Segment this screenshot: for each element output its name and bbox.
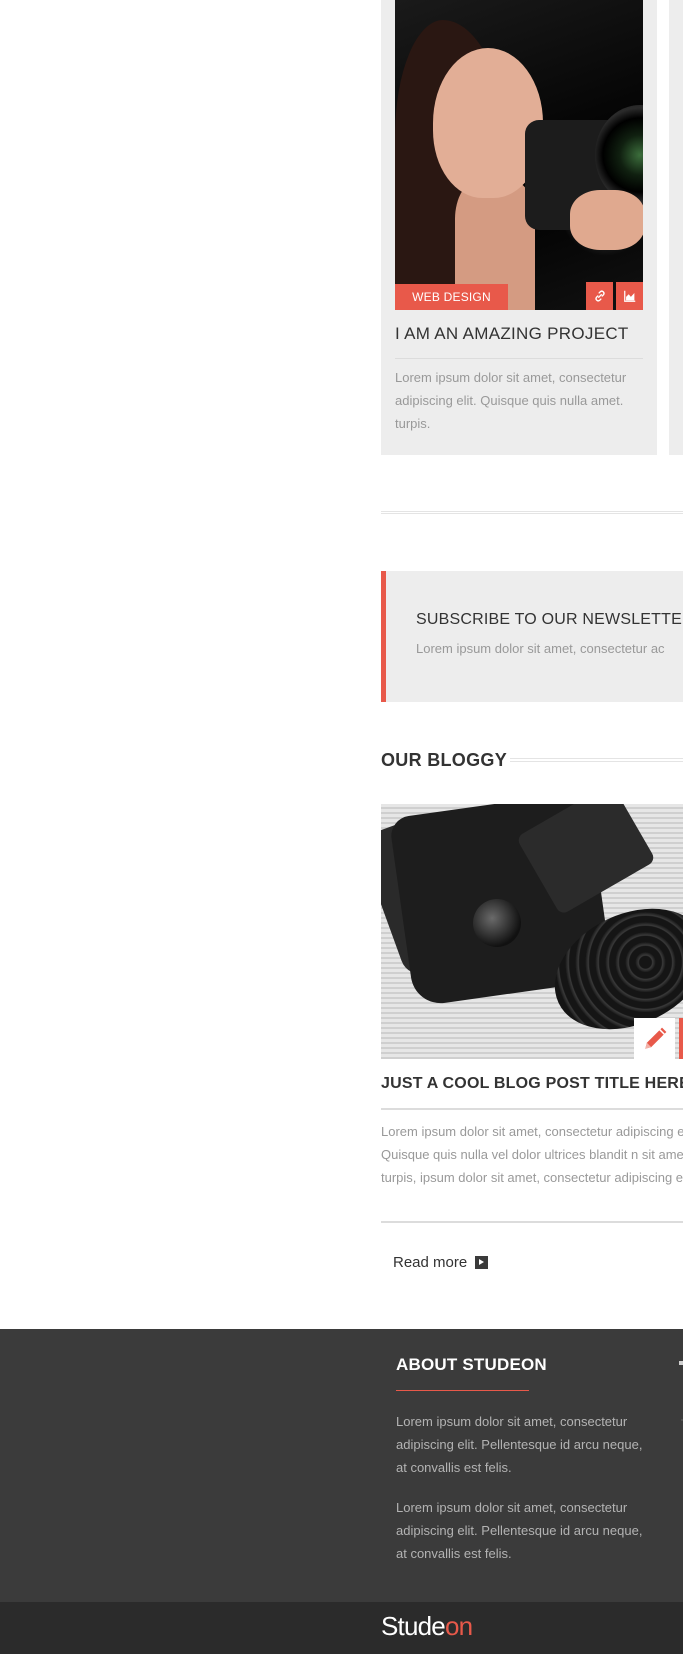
divider	[381, 1221, 683, 1223]
newsletter-title: SUBSCRIBE TO OUR NEWSLETTER. W	[416, 611, 683, 628]
blog-post-excerpt: Lorem ipsum dolor sit amet, consectetur …	[381, 1124, 683, 1185]
logo-accent-text: on	[444, 1611, 473, 1641]
section-separator	[381, 511, 683, 514]
divider	[381, 1108, 683, 1110]
blog-post-format-button[interactable]	[634, 1018, 675, 1059]
portfolio-card: WEB DESIGN I AM AN AMAZING PROJECT Lorem…	[381, 0, 657, 455]
blog-section-title: OUR BLOGGY	[381, 750, 508, 770]
newsletter-text: Lorem ipsum dolor sit amet, consectetur …	[416, 641, 665, 656]
blog-format-accent	[679, 1018, 683, 1059]
portfolio-image[interactable]	[395, 0, 643, 310]
footer-paragraph: Lorem ipsum dolor sit amet, consectetur …	[396, 1414, 643, 1475]
blog-post-title[interactable]: JUST A COOL BLOG POST TITLE HERE.	[381, 1075, 683, 1093]
project-stats-button[interactable]	[616, 282, 643, 310]
bottom-bar: Studeon	[0, 1602, 683, 1654]
link-icon	[594, 290, 605, 302]
footer-heading-underline	[396, 1390, 529, 1391]
photo-hand	[570, 190, 643, 250]
footer: ABOUT STUDEON Lorem ipsum dolor sit amet…	[0, 1329, 683, 1602]
read-more-link[interactable]: Read more	[393, 1254, 489, 1271]
project-description: Lorem ipsum dolor sit amet, consectetur …	[395, 370, 627, 431]
logo-text: Stude	[381, 1611, 446, 1641]
category-badge[interactable]: WEB DESIGN	[395, 284, 508, 310]
divider	[395, 358, 643, 359]
footer-paragraph: Lorem ipsum dolor sit amet, consectetur …	[396, 1500, 643, 1561]
project-title[interactable]: I AM AN AMAZING PROJECT	[395, 324, 629, 344]
read-more-label: Read more	[393, 1254, 468, 1271]
site-logo[interactable]: Studeon	[381, 1611, 473, 1642]
portfolio-card-partial	[669, 0, 683, 455]
photo-camera-dial	[473, 899, 521, 947]
area-chart-icon	[623, 290, 635, 302]
footer-next-column	[679, 1361, 683, 1365]
section-title-rule	[510, 758, 683, 762]
project-link-button[interactable]	[586, 282, 613, 310]
chevron-right-icon	[475, 1256, 489, 1269]
newsletter-box: SUBSCRIBE TO OUR NEWSLETTER. W Lorem ips…	[381, 571, 683, 702]
footer-heading: ABOUT STUDEON	[396, 1355, 547, 1374]
pencil-icon	[644, 1027, 666, 1049]
